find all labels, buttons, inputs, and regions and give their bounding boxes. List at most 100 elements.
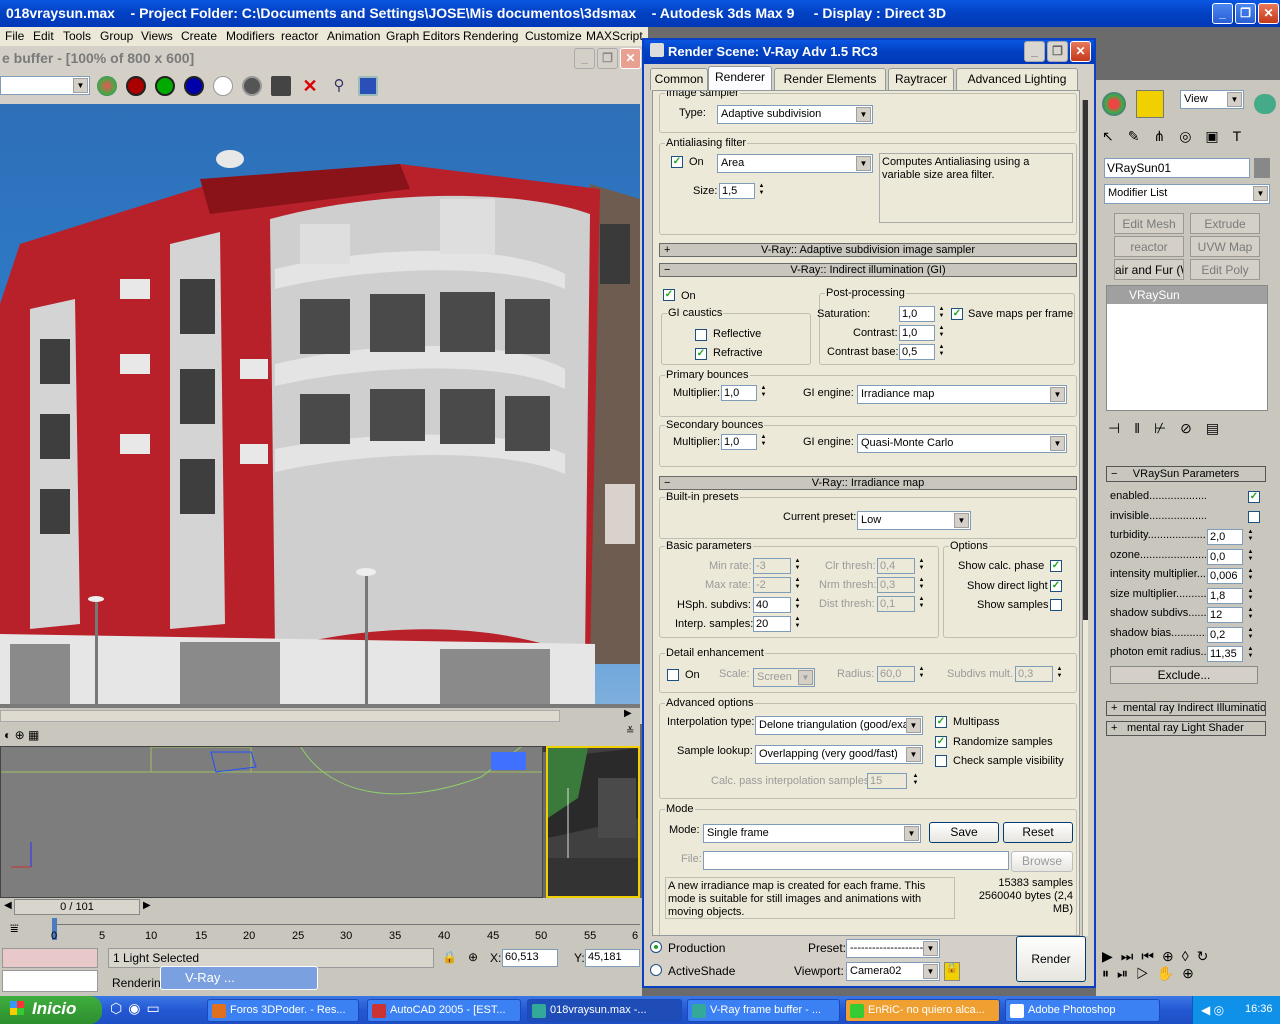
contrast-field[interactable]: 1,0 [899, 325, 935, 341]
show-calc-phase-checkbox[interactable]: ✓ [1050, 560, 1062, 572]
fb-minimize-button[interactable]: _ [574, 48, 595, 69]
min-rate-spinner[interactable]: ▲ ▼ [793, 558, 802, 574]
menu-file[interactable]: File [5, 29, 24, 43]
top-viewport[interactable] [0, 746, 543, 898]
panel-scrollbar[interactable] [1082, 100, 1088, 936]
secondary-gi-engine-select[interactable]: Quasi-Monte Carlo ▼ [857, 434, 1067, 453]
object-name-field[interactable]: VRaySun01 [1104, 158, 1250, 178]
secondary-multiplier-spinner[interactable]: ▲ ▼ [759, 434, 768, 450]
scroll-right-icon[interactable]: ▶ [624, 708, 632, 719]
primary-multiplier-spinner[interactable]: ▲ ▼ [759, 385, 768, 401]
sample-lookup-select[interactable]: Overlapping (very good/fast) ▼ [755, 745, 923, 764]
dialog-close-button[interactable]: ✕ [1070, 41, 1091, 62]
stack-tools[interactable]: ⊣‖⊬⊘▤ [1108, 420, 1268, 437]
curve-editor-icon[interactable]: ⩸ [10, 920, 19, 937]
alpha-channel-icon[interactable] [213, 76, 233, 96]
tab-common[interactable]: Common [650, 68, 708, 90]
horizontal-scroll-thumb[interactable] [0, 710, 560, 722]
frame-buffer-scrollbar[interactable]: ▶ [0, 708, 640, 724]
vraysun-param-field[interactable]: 2,0 [1207, 529, 1243, 545]
time-slider[interactable]: ◀ 0 / 101 ▶ [0, 898, 642, 916]
modifier-stack[interactable]: VRaySun [1106, 285, 1268, 411]
maximize-button[interactable]: ❐ [1235, 3, 1256, 24]
save-button[interactable]: Save [929, 822, 999, 843]
minimized-vray-window[interactable]: V-Ray ... [160, 966, 318, 990]
contrast-base-field[interactable]: 0,5 [899, 344, 935, 360]
randomize-samples-checkbox[interactable]: ✓ [935, 736, 947, 748]
reflective-checkbox[interactable] [695, 329, 707, 341]
tab-raytracer[interactable]: Raytracer [888, 68, 954, 90]
mental-ray-gi-rollout[interactable]: + mental ray Indirect Illumination [1106, 701, 1266, 716]
subdivs-mult-field[interactable]: 0,3 [1015, 666, 1053, 682]
material-editor-icon[interactable] [1102, 92, 1126, 116]
secondary-multiplier-field[interactable]: 1,0 [721, 434, 757, 450]
menu-graph-editors[interactable]: Graph Editors [386, 29, 460, 43]
vraysun-param-field[interactable]: 0,2 [1207, 626, 1243, 643]
contrast-base-spinner[interactable]: ▲ ▼ [937, 344, 946, 360]
saturation-spinner[interactable]: ▲ ▼ [937, 306, 946, 322]
hsph-subdivs-spinner[interactable]: ▲ ▼ [793, 597, 802, 613]
playback-nav-controls[interactable]: ▶⏭⏮⊕◊↻ ⏸⏯▷✋⊕ [1098, 948, 1278, 994]
task-autocad[interactable]: AutoCAD 2005 - [EST... [367, 999, 521, 1022]
close-button[interactable]: ✕ [1258, 3, 1279, 24]
aa-size-field[interactable]: 1,5 [719, 183, 755, 199]
minimize-button[interactable]: _ [1212, 3, 1233, 24]
menu-group[interactable]: Group [100, 29, 133, 43]
task-vray-frame-buffer[interactable]: V-Ray frame buffer - ... [687, 999, 840, 1022]
subdivs-mult-spinner[interactable]: ▲ ▼ [1055, 666, 1064, 682]
tab-render-elements[interactable]: Render Elements [774, 68, 886, 90]
vraysun-parameters-rollout[interactable]: − VRaySun Parameters [1106, 466, 1266, 482]
reset-button[interactable]: Reset [1003, 822, 1073, 843]
vraysun-param-field[interactable]: 12 [1207, 607, 1243, 623]
menu-create[interactable]: Create [181, 29, 217, 43]
y-coordinate-field[interactable]: 45,181 [585, 949, 640, 967]
mode-select[interactable]: Single frame ▼ [703, 824, 921, 843]
frame-counter[interactable]: 0 / 101 [14, 899, 140, 915]
lock-icon[interactable]: 🔒 [442, 950, 457, 964]
adaptive-subdivision-rollout[interactable]: + V-Ray:: Adaptive subdivision image samp… [659, 243, 1077, 257]
vraysun-param-field[interactable]: 0,0 [1207, 548, 1243, 565]
vraysun-param-spinner[interactable]: ▲ ▼ [1246, 627, 1255, 643]
render-type-select[interactable]: View ▼ [1180, 90, 1244, 109]
vraysun-param-spinner[interactable]: ▲ ▼ [1246, 549, 1255, 565]
expand-icon[interactable]: ≚ [626, 726, 634, 737]
quick-render-icon[interactable] [1136, 90, 1164, 118]
prev-frame-icon[interactable]: ◀ [4, 900, 12, 911]
vraysun-param-field[interactable]: 1,8 [1207, 587, 1243, 604]
vraysun-param-field[interactable]: 0,006 [1207, 568, 1243, 584]
scrollbar-thumb[interactable] [1083, 100, 1088, 620]
clear-icon[interactable]: ✕ [300, 76, 320, 96]
mental-ray-shader-rollout[interactable]: + mental ray Light Shader [1106, 721, 1266, 736]
menu-animation[interactable]: Animation [327, 29, 380, 43]
task-3dsmax[interactable]: 018vraysun.max -... [527, 999, 682, 1022]
task-messenger[interactable]: EnRiC- no quiero alca... [845, 999, 1000, 1022]
viewport-tool-icons[interactable]: ◐ ⊕ ▦ [4, 728, 39, 742]
dist-thresh-spinner[interactable]: ▲ ▼ [917, 596, 926, 612]
tab-renderer[interactable]: Renderer [708, 66, 772, 91]
modifier-list[interactable]: Modifier List ▼ [1104, 184, 1270, 204]
production-radio[interactable] [650, 941, 662, 953]
vraysun-param-spinner[interactable]: ▲ ▼ [1246, 646, 1255, 662]
max-rate-field[interactable]: -2 [753, 577, 791, 593]
primary-multiplier-field[interactable]: 1,0 [721, 385, 757, 401]
red-channel-icon[interactable] [126, 76, 146, 96]
save-maps-checkbox[interactable]: ✓ [951, 308, 963, 320]
quick-launch-icons[interactable]: ⬡◉▭ [110, 1000, 200, 1022]
clr-thresh-field[interactable]: 0,4 [877, 558, 915, 574]
vraysun-param-spinner[interactable]: ▲ ▼ [1246, 529, 1255, 545]
track-bar[interactable]: ⩸ 0 5 10 15 20 25 30 35 40 45 50 55 6 [0, 916, 642, 946]
extrude-button[interactable]: Extrude [1190, 213, 1260, 234]
channel-select[interactable]: ▼ [0, 76, 90, 95]
blue-channel-icon[interactable] [184, 76, 204, 96]
saturation-field[interactable]: 1,0 [899, 306, 935, 322]
object-color-swatch[interactable] [1254, 158, 1270, 178]
stack-item-vraysun[interactable]: VRaySun [1107, 286, 1267, 304]
nrm-thresh-field[interactable]: 0,3 [877, 577, 915, 593]
reactor-cloth-button[interactable]: reactor Cloth [1114, 236, 1184, 274]
x-coordinate-field[interactable]: 60,513 [502, 949, 558, 967]
detail-scale-select[interactable]: Screen ▼ [753, 668, 815, 687]
fb-maximize-button[interactable]: ❐ [597, 48, 618, 69]
maxscript-listener[interactable] [2, 948, 98, 968]
preset-select[interactable]: ---------------------- ▼ [846, 939, 940, 958]
maxscript-input[interactable] [2, 970, 98, 992]
